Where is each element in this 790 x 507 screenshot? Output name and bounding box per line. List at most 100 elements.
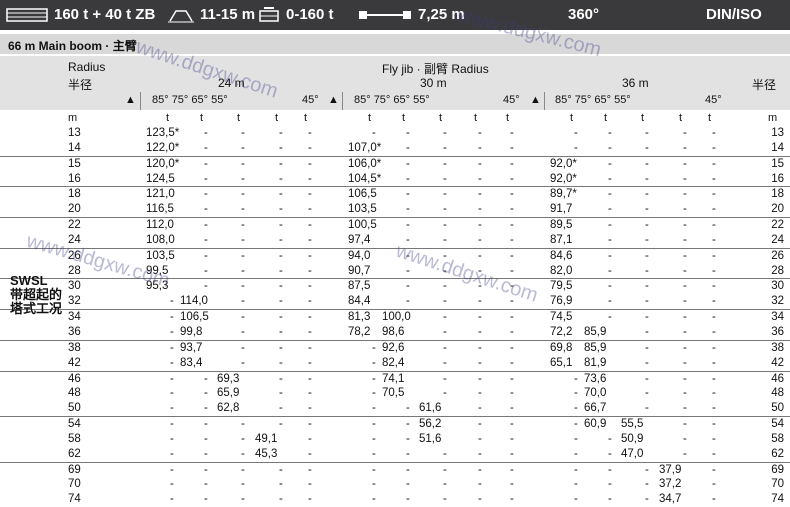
load-cell: 100,5 (348, 219, 377, 232)
load-cell: - (204, 463, 208, 476)
load-cell: - (683, 249, 687, 262)
load-cell: - (308, 219, 312, 232)
load-cell: - (406, 478, 410, 491)
load-cell: - (443, 356, 447, 369)
load-cell: - (712, 463, 716, 476)
load-cell: 61,6 (419, 402, 442, 415)
load-cell: 69,3 (217, 372, 240, 385)
load-cell: - (478, 463, 482, 476)
load-cell: 89,7* (550, 188, 577, 201)
load-cell: - (308, 295, 312, 308)
load-cell: - (241, 188, 245, 201)
load-cell: - (510, 341, 514, 354)
unit-t-label: t (641, 112, 645, 124)
load-cell: - (478, 264, 482, 277)
load-cell: - (241, 203, 245, 216)
load-cell: - (712, 478, 716, 491)
load-cell: - (608, 295, 612, 308)
load-cell: - (712, 280, 716, 293)
table-row: 48- -65,9- - -70,5- - - -70,0- - -48 (0, 386, 790, 401)
load-cell: - (443, 141, 447, 154)
radius-cell-right: 48 (771, 387, 784, 400)
load-cell: - (478, 219, 482, 232)
load-cell: - (406, 188, 410, 201)
load-cell: - (406, 402, 410, 415)
load-cell: - (406, 249, 410, 262)
load-cell: - (279, 280, 283, 293)
load-cell: - (510, 432, 514, 445)
load-cell: - (443, 172, 447, 185)
load-cell: - (170, 493, 174, 506)
load-cell: - (170, 372, 174, 385)
load-cell: - (478, 311, 482, 324)
load-cell: - (308, 233, 312, 246)
load-cell: - (443, 249, 447, 262)
load-cell: - (510, 387, 514, 400)
load-cell: - (712, 372, 716, 385)
load-cell: - (308, 141, 312, 154)
load-cell: 79,5 (550, 280, 573, 293)
load-cell: - (308, 127, 312, 139)
load-cell: - (683, 219, 687, 232)
load-cell: - (510, 463, 514, 476)
swsl-label-cn-2: 塔式工况 (10, 301, 63, 316)
load-cell: - (204, 141, 208, 154)
load-cell: 78,2 (348, 325, 371, 338)
slew-spec: 360° (568, 6, 599, 23)
spec-header-bar: 160 t + 40 t ZB 11-15 m 0-160 t 7,25 m 3… (0, 0, 790, 30)
load-cell: - (170, 463, 174, 476)
radius-cell-right: 28 (771, 264, 784, 277)
load-cell: - (712, 432, 716, 445)
load-cell: - (443, 311, 447, 324)
load-cell: - (443, 325, 447, 338)
load-cell: - (683, 264, 687, 277)
load-cell: - (204, 157, 208, 170)
radius-cell-right: 74 (771, 493, 784, 506)
load-cell: - (478, 418, 482, 431)
load-cell: - (241, 219, 245, 232)
load-cell: - (478, 249, 482, 262)
load-cell: - (478, 325, 482, 338)
unit-t-label: t (200, 112, 204, 124)
load-cell: - (204, 478, 208, 491)
radius-cell-right: 38 (771, 341, 784, 354)
counterweight-icon (259, 6, 279, 22)
load-cell: - (645, 295, 649, 308)
load-cell: - (443, 264, 447, 277)
radius-cell: 70 (68, 478, 81, 491)
swsl-label-en: SWSL (10, 273, 48, 288)
load-cell: - (478, 356, 482, 369)
load-cell: - (279, 219, 283, 232)
load-cell: - (372, 478, 376, 491)
load-cell: - (574, 478, 578, 491)
table-row: 50- -62,8- - - -61,6- - -66,7- - -50 (0, 401, 790, 416)
load-cell: - (204, 172, 208, 185)
load-cell: - (241, 249, 245, 262)
slew-value: 360° (568, 6, 600, 23)
unit-t-label: t (304, 112, 308, 124)
load-cell: 99,8 (180, 325, 203, 338)
load-cell: - (683, 356, 687, 369)
load-cell: - (406, 280, 410, 293)
load-cell: - (645, 127, 649, 139)
load-cell: - (204, 447, 208, 460)
load-cell: 92,0* (550, 157, 577, 170)
load-cell: 49,1 (255, 432, 278, 445)
radius-cell: 26 (68, 249, 81, 262)
load-cell: 93,7 (180, 341, 203, 354)
unit-t-label: t (402, 112, 406, 124)
load-cell: - (712, 127, 716, 139)
load-cell: - (406, 172, 410, 185)
radius-cell-right: 42 (771, 356, 784, 369)
load-cell: - (241, 280, 245, 293)
load-cell: 98,6 (382, 325, 405, 338)
load-cell: - (241, 127, 245, 139)
load-cell: 114,0 (180, 295, 208, 308)
load-cell: 51,6 (419, 432, 442, 445)
load-cell: 81,9 (584, 356, 607, 369)
load-cell: - (170, 341, 174, 354)
load-cell: - (645, 233, 649, 246)
table-row: 62- - -45,3- - - - - - - -47,0- -62 (0, 447, 790, 462)
table-row: 34-106,5- - -81,3 100,0- - -74,5- - - -34 (0, 309, 790, 325)
load-cell: - (308, 341, 312, 354)
